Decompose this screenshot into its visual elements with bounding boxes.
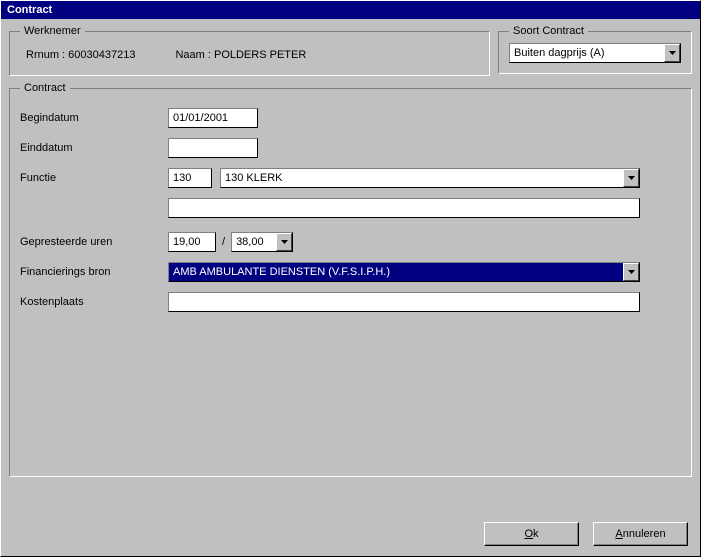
cancel-button[interactable]: Annuleren xyxy=(593,522,688,546)
rrnum-label: Rrnum : 60030437213 xyxy=(26,49,135,61)
ok-button[interactable]: Ok xyxy=(484,522,579,546)
soort-contract-group: Soort Contract Buiten dagprijs (A) xyxy=(498,25,692,74)
contract-group: Contract Begindatum Einddatum Functie 13… xyxy=(9,82,692,477)
uren-total-value: 38,00 xyxy=(232,233,276,251)
content-area: Werknemer Rrnum : 60030437213 Naam : POL… xyxy=(1,19,700,556)
kostenplaats-label: Kostenplaats xyxy=(20,296,168,308)
contract-legend: Contract xyxy=(20,82,70,94)
soort-contract-value: Buiten dagprijs (A) xyxy=(510,44,664,62)
chevron-down-icon[interactable] xyxy=(623,169,639,187)
financierings-dropdown[interactable]: AMB AMBULANTE DIENSTEN (V.F.S.I.P.H.) xyxy=(168,262,640,282)
uren-slash: / xyxy=(216,236,231,248)
functie-extra-input[interactable] xyxy=(168,198,640,218)
werknemer-group: Werknemer Rrnum : 60030437213 Naam : POL… xyxy=(9,25,490,76)
kostenplaats-input[interactable] xyxy=(168,292,640,312)
naam-label: Naam : POLDERS PETER xyxy=(175,49,306,61)
functie-label: Functie xyxy=(20,172,168,184)
einddatum-label: Einddatum xyxy=(20,142,168,154)
soort-contract-dropdown[interactable]: Buiten dagprijs (A) xyxy=(509,43,681,63)
functie-dropdown[interactable]: 130 KLERK xyxy=(220,168,640,188)
begindatum-label: Begindatum xyxy=(20,112,168,124)
contract-window: Contract Werknemer Rrnum : 60030437213 N… xyxy=(0,0,701,557)
functie-dropdown-value: 130 KLERK xyxy=(221,169,623,187)
einddatum-input[interactable] xyxy=(168,138,258,158)
window-title: Contract xyxy=(1,1,700,19)
chevron-down-icon[interactable] xyxy=(276,233,292,251)
begindatum-input[interactable] xyxy=(168,108,258,128)
financierings-value: AMB AMBULANTE DIENSTEN (V.F.S.I.P.H.) xyxy=(169,263,623,281)
functie-code-input[interactable] xyxy=(168,168,212,188)
chevron-down-icon[interactable] xyxy=(623,263,639,281)
uren-total-dropdown[interactable]: 38,00 xyxy=(231,232,293,252)
uren-input[interactable] xyxy=(168,232,216,252)
uren-label: Gepresteerde uren xyxy=(20,236,168,248)
chevron-down-icon[interactable] xyxy=(664,44,680,62)
financierings-label: Financierings bron xyxy=(20,266,168,278)
soort-contract-legend: Soort Contract xyxy=(509,25,588,37)
werknemer-legend: Werknemer xyxy=(20,25,85,37)
